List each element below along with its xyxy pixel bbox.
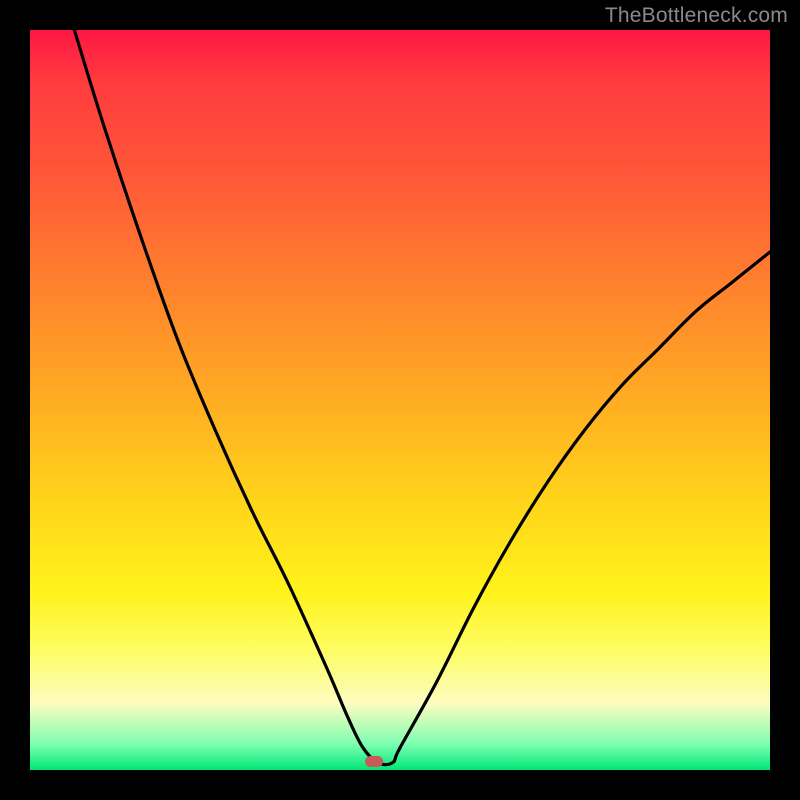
- plot-area: [30, 30, 770, 770]
- bottleneck-curve: [30, 30, 770, 770]
- chart-frame: TheBottleneck.com: [0, 0, 800, 800]
- watermark-text: TheBottleneck.com: [605, 4, 788, 28]
- curve-path: [74, 30, 770, 765]
- optimum-marker: [365, 756, 383, 767]
